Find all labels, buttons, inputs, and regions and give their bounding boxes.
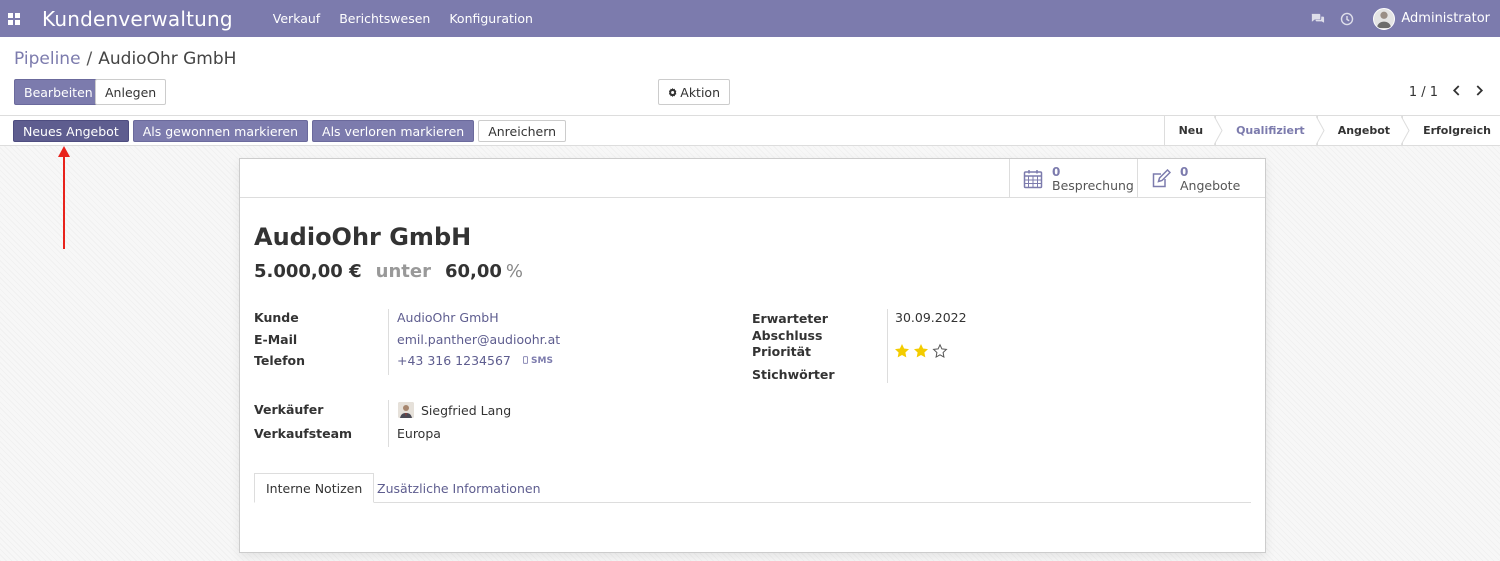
star-empty-icon[interactable]: [932, 343, 948, 359]
statusbar-buttons: Neues Angebot Als gewonnen markieren Als…: [13, 120, 567, 142]
stage-proposition[interactable]: Angebot: [1316, 116, 1410, 145]
quotations-smart-text: 0 Angebote: [1180, 165, 1240, 193]
notebook-tabs: Interne Notizen Zusätzliche Informatione…: [254, 473, 1251, 503]
stage-new[interactable]: Neu: [1163, 116, 1223, 145]
stage-won[interactable]: Erfolgreich: [1402, 116, 1500, 145]
meeting-label: Besprechung: [1052, 177, 1134, 193]
annotation-arrow: [58, 146, 70, 249]
top-navbar: Kundenverwaltung Verkauf Berichtswesen K…: [0, 0, 1500, 37]
stage-chevron: [1315, 116, 1325, 145]
stage-qualified[interactable]: Qualifiziert: [1215, 116, 1325, 145]
edit-document-icon: [1152, 168, 1171, 187]
customer-label: Kunde: [254, 310, 299, 325]
star-filled-icon[interactable]: [913, 343, 929, 359]
breadcrumb-current: AudioOhr GmbH: [98, 49, 237, 69]
sms-button[interactable]: SMS: [522, 355, 553, 366]
revenue-at-label: unter: [375, 261, 431, 282]
quotations-smart-button[interactable]: 0 Angebote: [1137, 159, 1265, 198]
chevron-right-icon[interactable]: [1475, 84, 1484, 100]
closing-date-label: Erwarteter Abschluss: [752, 310, 828, 344]
stage-won-label: Erfolgreich: [1423, 124, 1491, 137]
probability-value[interactable]: 60,00: [445, 261, 502, 282]
apps-icon[interactable]: [0, 0, 28, 37]
form-sheet: 0 Besprechung 0 Angebote AudioOhr GmbH 5…: [239, 158, 1266, 553]
salesperson-row[interactable]: Siegfried Lang: [398, 402, 511, 418]
field-divider: [388, 400, 389, 447]
priority-stars[interactable]: [894, 343, 948, 359]
tags-label: Stichwörter: [752, 367, 835, 382]
stage-chevron: [1214, 116, 1223, 145]
app-title[interactable]: Kundenverwaltung: [42, 7, 233, 31]
clock-icon[interactable]: [1339, 11, 1355, 27]
breadcrumb: Pipeline / AudioOhr GmbH: [14, 49, 236, 69]
salesperson-value: Siegfried Lang: [421, 403, 512, 418]
menu-reporting[interactable]: Berichtswesen: [339, 11, 430, 26]
stage-chevron: [1401, 116, 1410, 145]
email-label: E-Mail: [254, 332, 298, 347]
closing-label-line2: Abschluss: [752, 328, 823, 343]
lead-name[interactable]: AudioOhr GmbH: [254, 223, 471, 251]
gear-icon: [668, 87, 677, 97]
sales-team-label: Verkaufsteam: [254, 426, 353, 441]
star-filled-icon[interactable]: [894, 343, 910, 359]
menu-sales[interactable]: Verkauf: [273, 11, 320, 26]
create-button[interactable]: Anlegen: [95, 79, 167, 105]
new-quotation-button[interactable]: Neues Angebot: [13, 120, 129, 142]
tab-internal-notes[interactable]: Interne Notizen: [254, 473, 375, 503]
priority-label: Priorität: [752, 344, 812, 359]
menu-configuration[interactable]: Konfiguration: [449, 11, 533, 26]
quotations-label: Angebote: [1180, 177, 1241, 193]
mobile-icon: [522, 355, 528, 364]
enrich-button[interactable]: Anreichern: [478, 120, 567, 142]
pager: 1 / 1: [1409, 84, 1484, 100]
action-label: Aktion: [680, 84, 720, 100]
statusbar: Neues Angebot Als gewonnen markieren Als…: [0, 115, 1500, 146]
phone-label: Telefon: [254, 353, 306, 368]
smart-button-box: 0 Besprechung 0 Angebote: [240, 159, 1265, 198]
salesperson-label: Verkäufer: [254, 402, 324, 417]
phone-value[interactable]: +43 316 1234567: [397, 353, 511, 368]
stage-qualified-label: Qualifiziert: [1236, 124, 1305, 137]
breadcrumb-pipeline[interactable]: Pipeline: [14, 49, 81, 69]
calendar-icon: [1023, 169, 1043, 188]
email-value[interactable]: emil.panther@audioohr.at: [397, 332, 560, 347]
expected-revenue[interactable]: 5.000,00 €: [254, 261, 362, 282]
salesperson-avatar: [398, 402, 414, 418]
user-avatar[interactable]: [1373, 7, 1396, 30]
meeting-smart-button[interactable]: 0 Besprechung: [1009, 159, 1137, 198]
meeting-count: 0: [1052, 164, 1061, 179]
field-divider: [887, 309, 888, 383]
pager-value[interactable]: 1 / 1: [1409, 85, 1438, 100]
closing-date-value[interactable]: 30.09.2022: [895, 310, 967, 325]
stage-new-label: Neu: [1178, 124, 1204, 137]
lead-revenue-row: 5.000,00 € unter 60,00 %: [254, 261, 523, 282]
mark-lost-button[interactable]: Als verloren markieren: [312, 120, 475, 142]
phone-row: +43 316 1234567 SMS: [397, 353, 553, 368]
closing-label-line1: Erwarteter: [752, 311, 828, 326]
tab-extra-info[interactable]: Zusätzliche Informationen: [366, 473, 552, 503]
probability-unit: %: [505, 261, 523, 282]
sms-label: SMS: [531, 355, 553, 366]
sales-team-value[interactable]: Europa: [397, 426, 441, 441]
customer-value[interactable]: AudioOhr GmbH: [397, 310, 499, 325]
chevron-left-icon[interactable]: [1452, 84, 1461, 100]
breadcrumb-separator: /: [86, 49, 93, 69]
stage-pipeline: Neu Qualifiziert Angebot Erfolgreich: [1163, 116, 1500, 145]
edit-button[interactable]: Bearbeiten: [14, 79, 103, 105]
action-button[interactable]: Aktion: [658, 79, 730, 105]
user-name[interactable]: Administrator: [1401, 11, 1490, 26]
field-divider: [388, 309, 389, 375]
mark-won-button[interactable]: Als gewonnen markieren: [132, 120, 309, 142]
stage-proposition-label: Angebot: [1337, 124, 1391, 137]
quotations-count: 0: [1180, 164, 1189, 179]
navbar-right: Administrator: [1309, 0, 1490, 37]
chat-icon[interactable]: [1309, 11, 1325, 27]
meeting-smart-text: 0 Besprechung: [1052, 165, 1134, 193]
